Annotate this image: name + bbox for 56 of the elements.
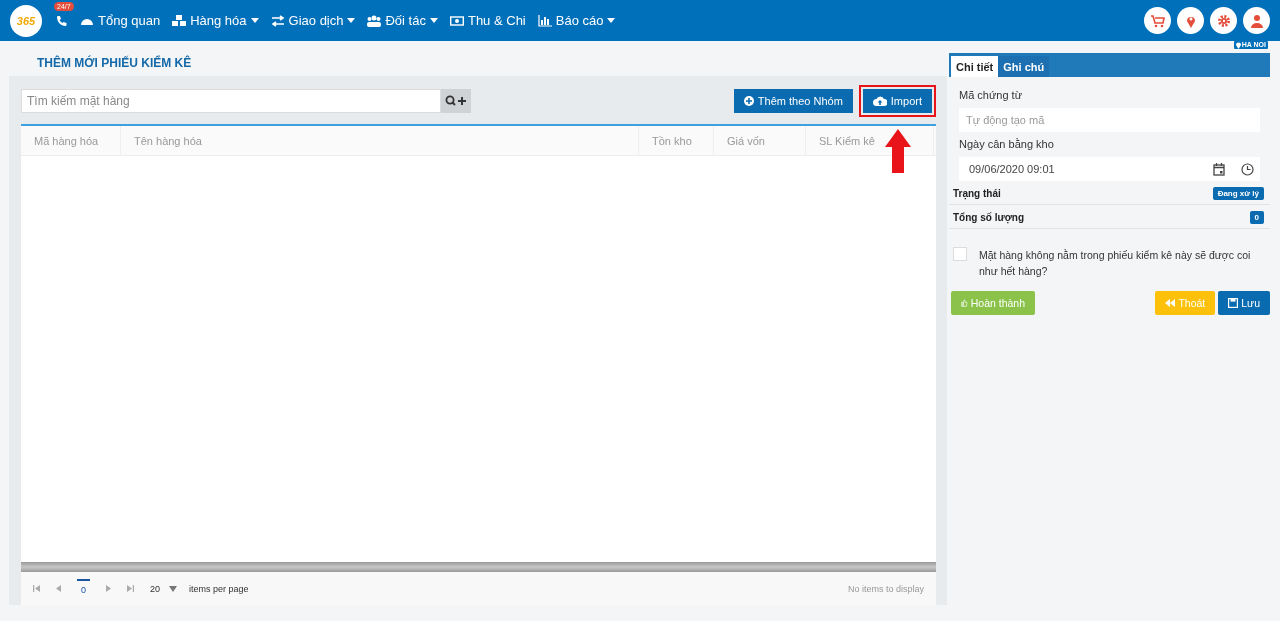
settings-button[interactable]	[1210, 7, 1237, 34]
page-size-dropdown[interactable]: 20	[150, 583, 178, 594]
import-button[interactable]: Import	[862, 89, 932, 113]
summary-badge: Đang xử lý	[1212, 187, 1264, 200]
cart-button[interactable]	[1144, 7, 1171, 34]
people-icon	[367, 14, 382, 27]
settings-icon	[1216, 13, 1231, 28]
summary-badge: 0	[1249, 211, 1264, 224]
arrows-icon	[270, 14, 285, 27]
user-icon	[1249, 13, 1264, 28]
thumbs-up-icon	[961, 298, 968, 308]
bar-chart-icon	[537, 14, 552, 27]
calendar-icon[interactable]	[1213, 162, 1225, 176]
cloud-upload-icon	[872, 96, 887, 106]
column-header[interactable]: Giá vốn	[714, 126, 806, 155]
nav-menu-item[interactable]: Tổng quan	[80, 13, 161, 28]
nav-menu-item[interactable]: Hàng hóa	[172, 13, 259, 28]
nav-menu-item[interactable]: Giao dịch	[270, 13, 356, 28]
field-label: Mã chứng từ	[959, 89, 1024, 101]
nav-menu-item[interactable]: Thu & Chi	[449, 13, 526, 28]
summary-label: Tổng số lượng	[953, 212, 1024, 223]
horizontal-scrollbar[interactable]	[21, 562, 936, 572]
search-add-button[interactable]	[441, 89, 471, 113]
checkbox-label: Mặt hàng không nằm trong phiếu kiểm kê này sẽ được coi như hết hàng?	[979, 248, 1252, 279]
up-arrow-annotation	[884, 129, 911, 173]
rewind-icon	[1165, 299, 1176, 307]
checkbox[interactable]	[953, 247, 967, 261]
summary-label: Trạng thái	[953, 188, 1001, 199]
column-header[interactable]: SL Kiểm kê	[806, 126, 934, 155]
code-input-field[interactable]: Tự động tạo mã	[959, 108, 1260, 132]
cubes-icon	[172, 14, 187, 27]
panel-tab[interactable]: Ghi chú	[998, 56, 1050, 77]
column-header[interactable]: Tên hàng hóa	[121, 126, 639, 155]
banknote-icon	[449, 14, 464, 27]
column-header[interactable]: Mã hàng hóa	[21, 126, 121, 155]
user-button[interactable]	[1243, 7, 1270, 34]
nav-menu-item[interactable]: Đối tác	[367, 13, 438, 28]
phone-icon[interactable]	[56, 14, 68, 27]
save-button[interactable]: Lưu	[1218, 291, 1270, 315]
page-title: THÊM MỚI PHIẾU KIỂM KÊ	[37, 55, 192, 70]
column-header[interactable]: Tồn kho	[639, 126, 714, 155]
date-field[interactable]: 09/06/2020 09:01	[959, 157, 1260, 181]
page-number[interactable]: 0	[77, 578, 90, 595]
pager-status: No items to display	[847, 583, 924, 594]
plus-circle-icon	[743, 96, 754, 106]
search-plus-icon	[445, 95, 467, 107]
field-label: Ngày cân bằng kho	[959, 138, 1055, 150]
clock-icon[interactable]	[1241, 162, 1254, 176]
location-button[interactable]	[1177, 7, 1204, 34]
nav-menu-item[interactable]: Báo cáo	[537, 13, 616, 28]
cart-icon	[1150, 13, 1165, 28]
panel-tab[interactable]: Chi tiết	[951, 56, 999, 77]
add-group-button[interactable]: Thêm theo Nhóm	[733, 89, 853, 113]
page-size-label: items per page	[189, 583, 249, 594]
search-field[interactable]: Tìm kiếm mặt hàng	[21, 89, 441, 113]
caret-icon	[169, 585, 178, 592]
